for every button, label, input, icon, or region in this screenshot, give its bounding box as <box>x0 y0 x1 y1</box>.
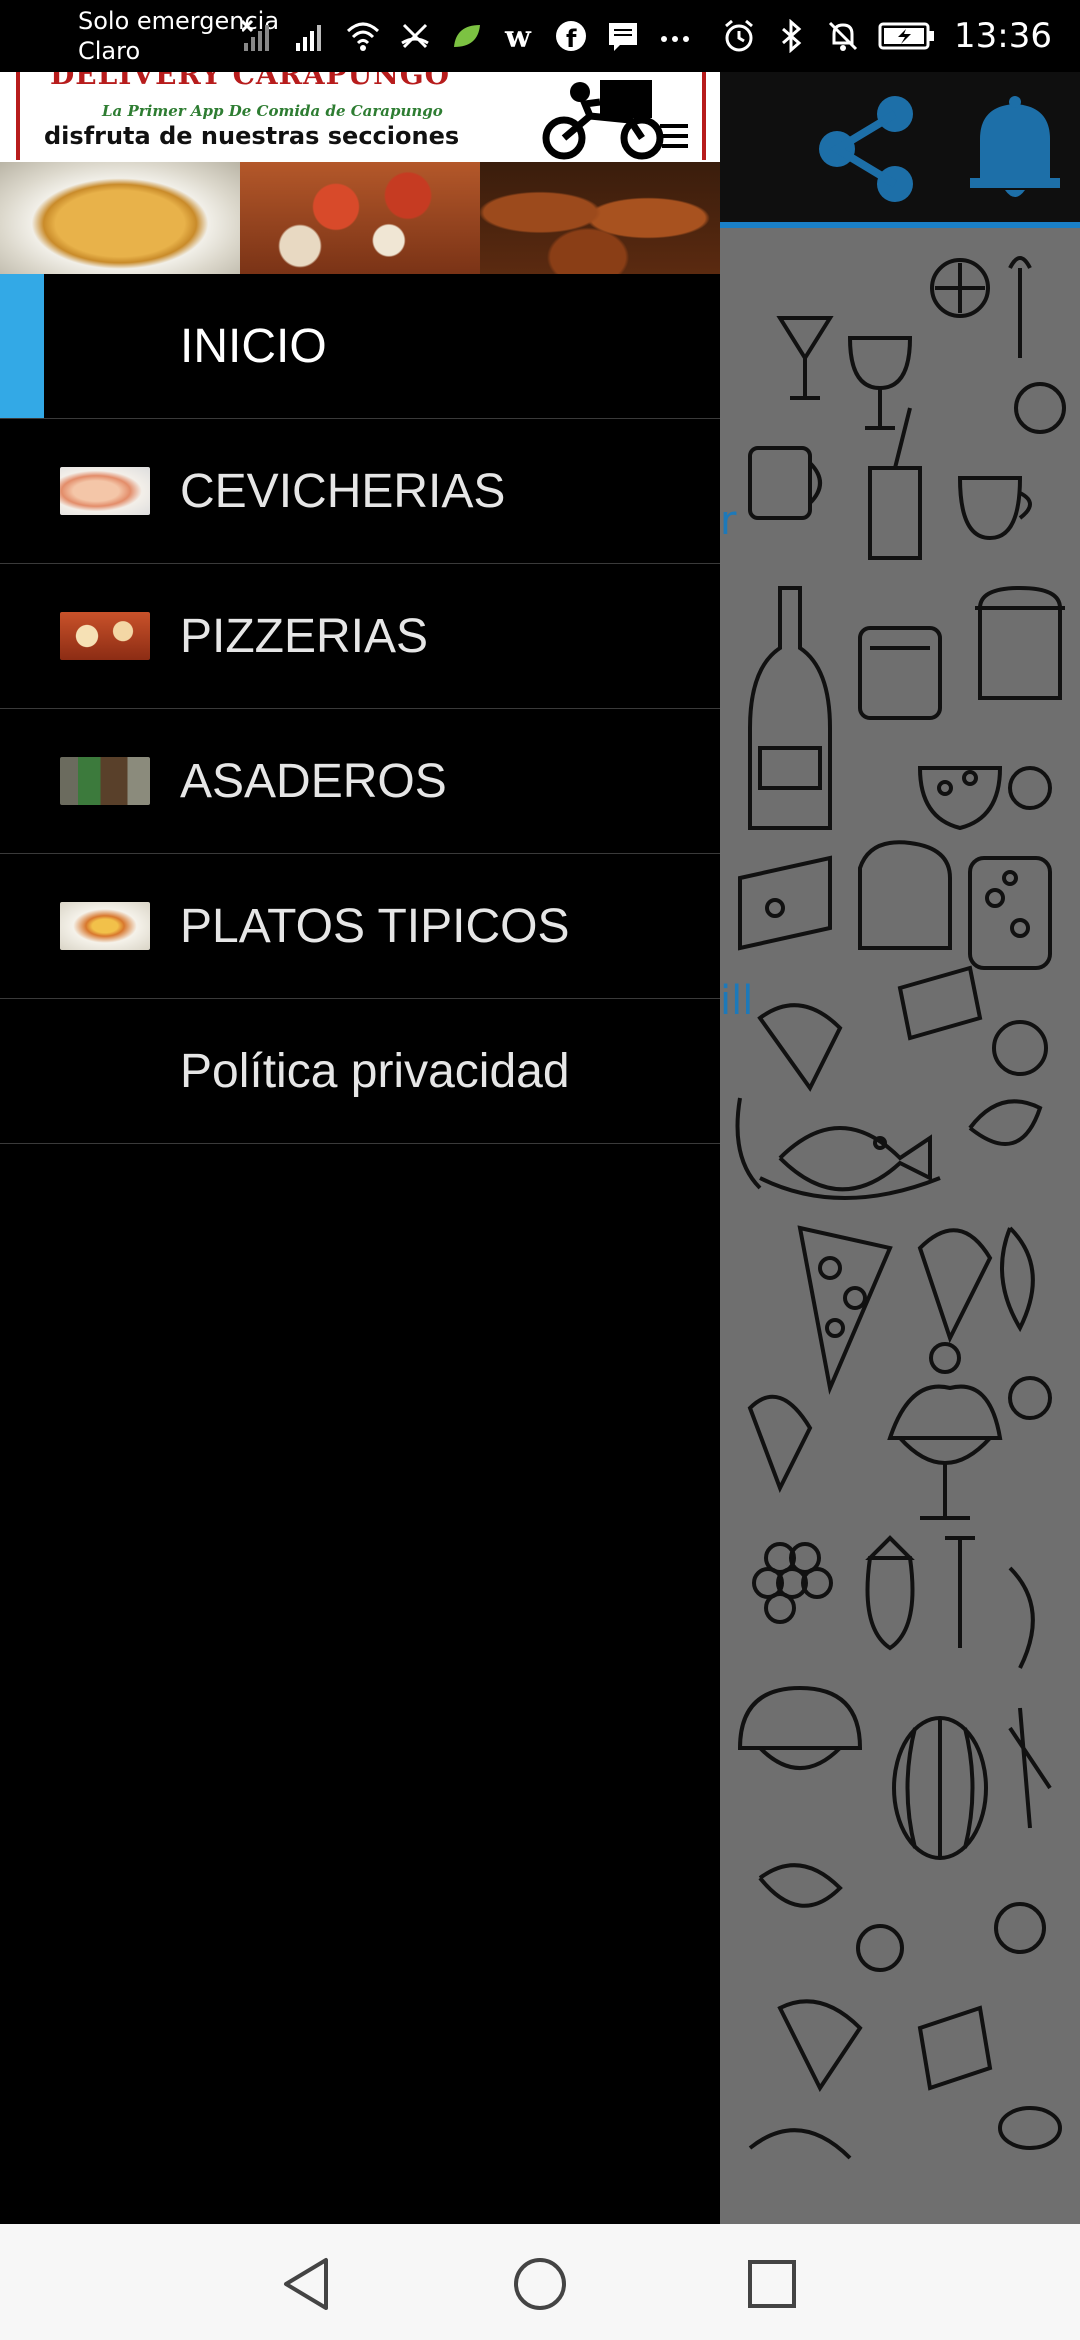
menu-item-label: ASADEROS <box>180 754 447 808</box>
home-icon[interactable] <box>510 2254 570 2314</box>
menu-item-label: PLATOS TIPICOS <box>180 899 570 953</box>
system-icons: 13:36 <box>722 14 1052 58</box>
background-app: r ill <box>720 72 1080 2224</box>
banner-subtitle: La Primer App De Comida de Carapungo <box>102 102 443 120</box>
more-icon <box>661 36 689 42</box>
w-icon: w <box>504 20 532 53</box>
menu-item-label: PIZZERIAS <box>180 609 429 663</box>
menu-item-inicio[interactable]: INICIO <box>0 274 720 419</box>
banner-photos <box>0 162 720 274</box>
notification-icons: w f <box>242 18 692 54</box>
drawer-header-banner: DELIVERY CARAPUNGO La Primer App De Comi… <box>0 72 720 274</box>
banner-title-area: DELIVERY CARAPUNGO La Primer App De Comi… <box>16 72 706 160</box>
menu-item-cevicherias[interactable]: CEVICHERIAS <box>0 419 720 564</box>
signal-off-icon <box>242 19 269 51</box>
wifi-icon <box>346 22 380 51</box>
active-indicator <box>0 274 44 418</box>
menu-item-label: Política privacidad <box>180 1044 570 1098</box>
soup-photo <box>0 162 240 274</box>
roast-chicken-photo <box>480 162 720 274</box>
system-navigation-bar <box>0 2224 1080 2340</box>
svg-text:w: w <box>504 20 532 53</box>
leaf-icon <box>454 25 480 47</box>
pizza-thumbnail <box>60 612 150 660</box>
mute-icon <box>828 21 858 51</box>
signal-icon <box>296 25 321 51</box>
banner-slogan: disfruta de nuestras secciones <box>44 122 460 150</box>
food-doodle-pattern: r ill <box>720 228 1080 2224</box>
drawer-menu: INICIO CEVICHERIAS PIZZERIAS ASADEROS PL… <box>0 274 720 1144</box>
facebook-icon: f <box>556 21 586 53</box>
menu-item-label: CEVICHERIAS <box>180 464 506 518</box>
background-text-fragment: r <box>720 498 737 544</box>
back-icon[interactable] <box>278 2254 338 2314</box>
pizza-photo <box>240 162 480 274</box>
background-text-fragment: ill <box>720 978 754 1024</box>
bluetooth-icon <box>782 19 802 53</box>
share-icon[interactable] <box>815 94 925 204</box>
bell-icon[interactable] <box>970 94 1060 204</box>
typical-dish-thumbnail <box>60 902 150 950</box>
delivery-motorcycle-icon <box>542 80 688 160</box>
status-bar: Solo emergencia Claro w f 13:36 <box>0 0 1080 72</box>
menu-item-label: INICIO <box>180 319 327 373</box>
menu-item-pizzerias[interactable]: PIZZERIAS <box>0 564 720 709</box>
background-toolbar <box>720 72 1080 228</box>
recents-icon[interactable] <box>742 2254 802 2314</box>
clock: 13:36 <box>954 16 1052 56</box>
alarm-icon <box>725 19 753 52</box>
menu-item-politica-privacidad[interactable]: Política privacidad <box>0 999 720 1144</box>
navigation-drawer: DELIVERY CARAPUNGO La Primer App De Comi… <box>0 72 720 2224</box>
banner-brand: DELIVERY CARAPUNGO <box>50 72 450 91</box>
message-icon <box>609 23 637 51</box>
grill-thumbnail <box>60 757 150 805</box>
call-icon <box>401 23 429 49</box>
doodle-illustrations <box>735 256 1066 2160</box>
menu-item-asaderos[interactable]: ASADEROS <box>0 709 720 854</box>
menu-item-platos-tipicos[interactable]: PLATOS TIPICOS <box>0 854 720 999</box>
ceviche-thumbnail <box>60 467 150 515</box>
battery-charging-icon <box>878 22 935 50</box>
svg-text:f: f <box>566 25 577 53</box>
